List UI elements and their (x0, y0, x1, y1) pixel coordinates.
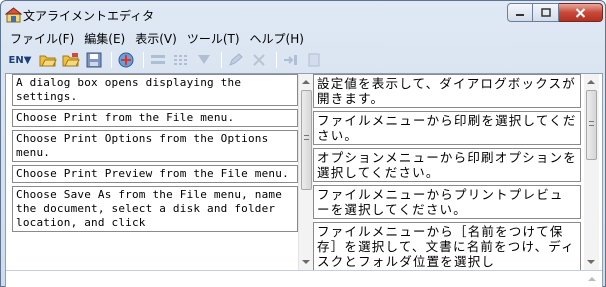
align-tool-icon (118, 52, 134, 68)
grip-icon (589, 121, 594, 126)
folder-open-icon (62, 53, 80, 67)
source-pane[interactable]: A dialog box opens displaying the settin… (12, 74, 298, 270)
source-segment[interactable]: Choose Save As from the File menu, name … (12, 186, 298, 232)
target-segment[interactable]: ファイルメニューから［名前をつけて保存］を選択して、文書に名前をつけ、ディスクと… (313, 222, 581, 270)
minimize-button[interactable] (507, 3, 533, 22)
target-segment[interactable]: オプションメニューから印刷オプションを選択してください。 (313, 148, 581, 182)
menu-help[interactable]: ヘルプ(H) (245, 30, 309, 47)
menu-file[interactable]: ファイル(F) (5, 30, 79, 47)
save-button[interactable] (84, 50, 104, 70)
merge-button[interactable] (148, 50, 168, 70)
source-segment[interactable]: Choose Print Options from the Options me… (12, 130, 298, 162)
align-button[interactable] (116, 50, 136, 70)
alignment-editor-area: A dialog box opens displaying the settin… (5, 73, 603, 287)
edit-button[interactable] (226, 50, 246, 70)
scroll-thumb[interactable] (301, 90, 312, 190)
scroll-thumb[interactable] (586, 90, 597, 160)
toolbar-separator (111, 52, 112, 68)
merge-icon (151, 55, 165, 64)
source-scrollbar[interactable] (298, 74, 313, 270)
split-button[interactable] (171, 50, 191, 70)
source-segment[interactable]: Choose Print from the File menu. (12, 109, 298, 127)
page-icon (308, 53, 320, 67)
source-segment[interactable]: Choose Print Preview from the File menu. (12, 165, 298, 183)
caption-buttons (507, 3, 603, 23)
edit-icon (229, 53, 243, 66)
delete-button[interactable] (249, 50, 269, 70)
maximize-icon (540, 8, 551, 17)
target-pane[interactable]: 設定値を表示して、ダイアログボックスが開きます。 ファイルメニューから印刷を選択… (313, 74, 581, 270)
scroll-down-arrow-icon[interactable] (587, 260, 595, 264)
scroll-down-arrow-icon[interactable] (302, 260, 310, 264)
scroll-up-arrow-icon[interactable] (588, 277, 596, 281)
edit-field[interactable] (6, 270, 602, 287)
language-toggle-button[interactable]: EN▼ (5, 50, 35, 70)
language-toggle-label: EN▼ (8, 54, 32, 66)
menu-view[interactable]: 表示(V) (130, 30, 182, 47)
save-icon (86, 52, 102, 68)
toolbar: EN▼ (5, 49, 601, 71)
maximize-button[interactable] (533, 3, 559, 22)
insert-icon (284, 55, 297, 65)
open-target-button[interactable] (61, 50, 81, 70)
grip-icon (304, 135, 309, 140)
folder-open-icon (39, 55, 57, 67)
title-bar[interactable]: 文アライメントエディタ (1, 1, 605, 29)
move-down-button[interactable] (194, 50, 214, 70)
scroll-up-arrow-icon[interactable] (587, 80, 595, 84)
menu-bar: ファイル(F) 編集(E) 表示(V) ツール(T) ヘルプ(H) (5, 29, 601, 48)
split-icon (174, 55, 188, 65)
delete-icon (253, 54, 265, 66)
toolbar-separator (221, 52, 222, 68)
app-icon (4, 6, 23, 23)
target-scrollbar[interactable] (584, 74, 599, 270)
target-segment[interactable]: 設定値を表示して、ダイアログボックスが開きます。 (313, 74, 581, 108)
toolbar-separator (276, 52, 277, 68)
toolbar-separator (143, 52, 144, 68)
target-segment[interactable]: ファイルメニューからプリントプレビューを選択してください。 (313, 185, 581, 219)
scroll-up-arrow-icon[interactable] (302, 80, 310, 84)
close-button[interactable] (559, 3, 603, 22)
source-segment[interactable]: A dialog box opens displaying the settin… (12, 74, 298, 106)
app-window: 文アライメントエディタ ファイル(F) 編集(E) 表示(V) ツール(T) ヘ… (0, 0, 606, 287)
insert-button[interactable] (281, 50, 301, 70)
page-button[interactable] (304, 50, 324, 70)
minimize-icon (516, 13, 524, 16)
close-icon (575, 7, 586, 18)
menu-edit[interactable]: 編集(E) (79, 30, 130, 47)
open-button[interactable] (38, 50, 58, 70)
menu-tools[interactable]: ツール(T) (182, 30, 245, 47)
window-title: 文アライメントエディタ (23, 9, 155, 23)
move-down-icon (198, 55, 210, 64)
target-segment[interactable]: ファイルメニューから印刷を選択してください。 (313, 111, 581, 145)
